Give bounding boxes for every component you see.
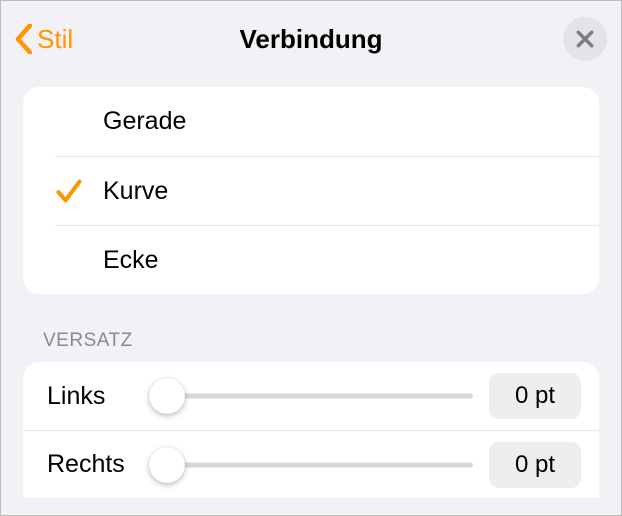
page-title: Verbindung [1,24,621,55]
close-button[interactable] [563,17,607,61]
chevron-left-icon [15,24,33,54]
option-gerade[interactable]: Gerade [23,87,599,156]
offset-label: Rechts [47,450,147,479]
section-header-offset: VERSATZ [43,330,579,352]
checkmark-icon [55,177,83,205]
header: Stil Verbindung [1,1,621,77]
slider-thumb[interactable] [149,447,185,483]
offset-row-rechts: Rechts 0 pt [23,430,599,498]
offset-row-links: Links 0 pt [23,362,599,430]
offset-label: Links [47,382,147,411]
option-label: Kurve [103,177,168,206]
close-icon [576,30,594,48]
option-label: Gerade [103,107,186,136]
slider-thumb[interactable] [149,378,185,414]
checkmark-slot [55,177,103,205]
back-label: Stil [37,24,73,55]
option-label: Ecke [103,246,159,275]
option-ecke[interactable]: Ecke [55,225,599,294]
offset-value-links[interactable]: 0 pt [489,373,581,419]
option-kurve[interactable]: Kurve [55,156,599,225]
connection-type-list: Gerade Kurve Ecke [23,87,599,294]
offset-slider-links[interactable] [151,380,473,412]
offset-value-rechts[interactable]: 0 pt [489,442,581,488]
offset-group: Links 0 pt Rechts 0 pt [23,362,599,498]
slider-track [151,394,473,399]
slider-track [151,462,473,467]
offset-slider-rechts[interactable] [151,449,473,481]
back-button[interactable]: Stil [1,24,73,55]
